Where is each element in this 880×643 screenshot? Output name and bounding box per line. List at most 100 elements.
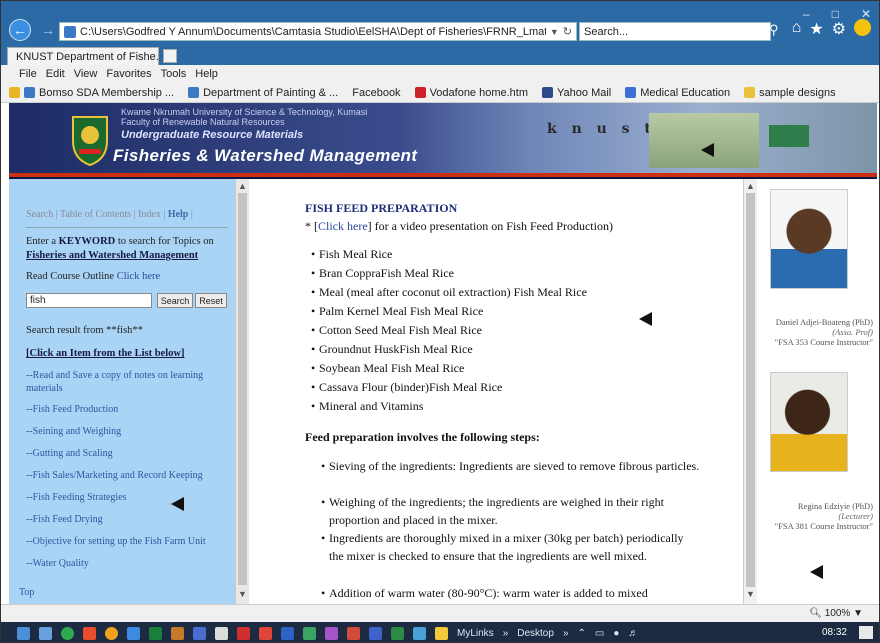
- favorite-label: Department of Painting & ...: [203, 86, 339, 99]
- gear-icon[interactable]: ⚙: [832, 19, 846, 39]
- menu-file[interactable]: File: [19, 68, 37, 80]
- favorite-painting[interactable]: Department of Painting & ...: [188, 87, 338, 99]
- mylinks-toolbar[interactable]: MyLinks: [457, 628, 494, 639]
- app-icon[interactable]: [391, 626, 404, 640]
- content-scrollbar[interactable]: ▲ ▼: [743, 179, 757, 604]
- favorite-sample-designs[interactable]: sample designs: [744, 87, 836, 99]
- sidebar-item-objective[interactable]: --Objective for setting up the Fish Farm…: [26, 535, 226, 548]
- chevron-right-icon[interactable]: »: [503, 628, 509, 639]
- sidebar-item-feed-drying[interactable]: --Fish Feed Drying: [26, 513, 226, 526]
- address-bar[interactable]: C:\Users\Godfred Y Annum\Documents\Camta…: [59, 22, 577, 41]
- sidebar-scroll-thumb[interactable]: [238, 193, 247, 585]
- menu-favorites[interactable]: Favorites: [106, 68, 151, 80]
- sidebar-item-fish-feed-production[interactable]: --Fish Feed Production: [26, 403, 226, 416]
- back-button[interactable]: ←: [9, 19, 31, 41]
- excel-icon[interactable]: [149, 626, 162, 640]
- menu-edit[interactable]: Edit: [46, 68, 65, 80]
- app-icon[interactable]: [325, 626, 338, 640]
- network-icon[interactable]: ●: [613, 628, 619, 639]
- forward-button[interactable]: →: [37, 19, 59, 41]
- keyword-search-input[interactable]: fish: [26, 293, 152, 308]
- search-input[interactable]: Search...: [579, 22, 771, 41]
- volume-icon[interactable]: ♬: [628, 628, 638, 639]
- app-icon[interactable]: [347, 626, 360, 640]
- menu-tools[interactable]: Tools: [161, 68, 187, 80]
- chevron-down-icon[interactable]: ▼: [853, 608, 863, 619]
- app-icon[interactable]: [369, 626, 382, 640]
- app-icon[interactable]: [237, 626, 250, 640]
- ie-icon[interactable]: [127, 626, 140, 640]
- app-icon[interactable]: [215, 626, 228, 640]
- nav-help-link[interactable]: Help: [168, 209, 189, 220]
- app-icon[interactable]: [413, 626, 426, 640]
- sidebar-item-seining[interactable]: --Seining and Weighing: [26, 425, 226, 438]
- nav-search-link[interactable]: Search: [26, 209, 53, 220]
- search-icon[interactable]: ⚲: [769, 22, 779, 38]
- dropdown-icon[interactable]: ▼: [550, 27, 559, 37]
- address-text: C:\Users\Godfred Y Annum\Documents\Camta…: [80, 25, 546, 38]
- app-icon[interactable]: [281, 626, 294, 640]
- search-result-text: Search result from **fish**: [26, 325, 143, 336]
- page-title: FISH FEED PREPARATION: [305, 201, 458, 215]
- sidebar-item-gutting[interactable]: --Gutting and Scaling: [26, 447, 226, 460]
- taskbar: MyLinks » Desktop » ⌃ ▭ ● ♬ 08:32: [1, 622, 879, 642]
- chrome-icon[interactable]: [105, 626, 118, 640]
- star-icon: [9, 87, 20, 98]
- tab-active[interactable]: KNUST Department of Fishe... ✕: [7, 47, 159, 65]
- scroll-up-icon[interactable]: ▲: [746, 181, 755, 191]
- sidebar-item-notes[interactable]: --Read and Save a copy of notes on learn…: [26, 369, 226, 395]
- favorite-vodafone[interactable]: Vodafone home.htm: [414, 86, 529, 99]
- favorite-bomso[interactable]: Bomso SDA Membership ...: [9, 87, 174, 99]
- desktop-toolbar[interactable]: Desktop: [517, 628, 554, 639]
- app-icon[interactable]: [193, 626, 206, 640]
- clock[interactable]: 08:32: [822, 627, 847, 638]
- battery-icon[interactable]: ▭: [595, 628, 604, 639]
- sidebar-item-water-quality[interactable]: --Water Quality: [26, 557, 226, 570]
- favorite-facebook[interactable]: Facebook: [352, 87, 400, 99]
- tab-row: KNUST Department of Fishe... ✕: [1, 45, 879, 65]
- favorite-medical[interactable]: Medical Education: [625, 87, 730, 99]
- taskview-icon[interactable]: [39, 626, 52, 640]
- app-icon[interactable]: [259, 626, 272, 640]
- start-icon[interactable]: [17, 626, 30, 640]
- scroll-down-icon[interactable]: ▼: [238, 589, 247, 599]
- top-link[interactable]: Top: [19, 587, 34, 598]
- step-item: Ingredients are thoroughly mixed in a mi…: [321, 529, 701, 565]
- app-icon[interactable]: [171, 626, 184, 640]
- favorites-star-icon[interactable]: ★: [809, 19, 823, 39]
- favorite-yahoo[interactable]: Yahoo Mail: [542, 87, 611, 99]
- menu-view[interactable]: View: [74, 68, 98, 80]
- nav-toc-link[interactable]: Table of Contents: [60, 209, 131, 220]
- refresh-icon[interactable]: ↻: [563, 25, 576, 38]
- app-icon[interactable]: [83, 626, 96, 640]
- home-icon[interactable]: ⌂: [792, 19, 802, 39]
- chevron-up-icon[interactable]: ⌃: [578, 628, 586, 639]
- chevron-right-icon[interactable]: »: [563, 628, 569, 639]
- nav-index-link[interactable]: Index: [138, 209, 161, 220]
- scroll-up-icon[interactable]: ▲: [238, 181, 247, 191]
- video-link[interactable]: Click here: [318, 219, 368, 233]
- smiley-icon[interactable]: [854, 19, 871, 36]
- app-icon[interactable]: [435, 626, 448, 640]
- favorite-label: Vodafone home.htm: [429, 86, 529, 99]
- menu-help[interactable]: Help: [195, 68, 218, 80]
- sidebar-nav: Search | Table of Contents | Index | Hel…: [26, 209, 193, 220]
- search-button[interactable]: Search: [157, 293, 193, 308]
- notifications-icon[interactable]: [859, 626, 873, 639]
- outline-link[interactable]: Click here: [117, 271, 160, 282]
- reset-button[interactable]: Reset: [195, 293, 227, 308]
- sidebar-scrollbar[interactable]: ▲ ▼: [235, 179, 249, 604]
- scroll-down-icon[interactable]: ▼: [746, 589, 755, 599]
- zoom-control[interactable]: 🔍︎ 100% ▼: [809, 608, 863, 619]
- sidebar-divider: [26, 227, 228, 228]
- content-scroll-thumb[interactable]: [746, 193, 755, 587]
- app-icon[interactable]: [61, 626, 74, 640]
- sidebar-item-fish-sales[interactable]: --Fish Sales/Marketing and Record Keepin…: [26, 469, 226, 482]
- sidebar-item-feeding-strategies[interactable]: --Fish Feeding Strategies: [26, 491, 226, 504]
- app-icon[interactable]: [303, 626, 316, 640]
- keyword-instructions: Enter a KEYWORD to search for Topics on …: [26, 235, 231, 263]
- list-item: Fish Meal Rice: [311, 247, 392, 262]
- new-tab-button[interactable]: [163, 49, 177, 63]
- banner-title: Fisheries & Watershed Management: [113, 146, 418, 165]
- menu-bar: File Edit View Favorites Tools Help: [1, 65, 879, 83]
